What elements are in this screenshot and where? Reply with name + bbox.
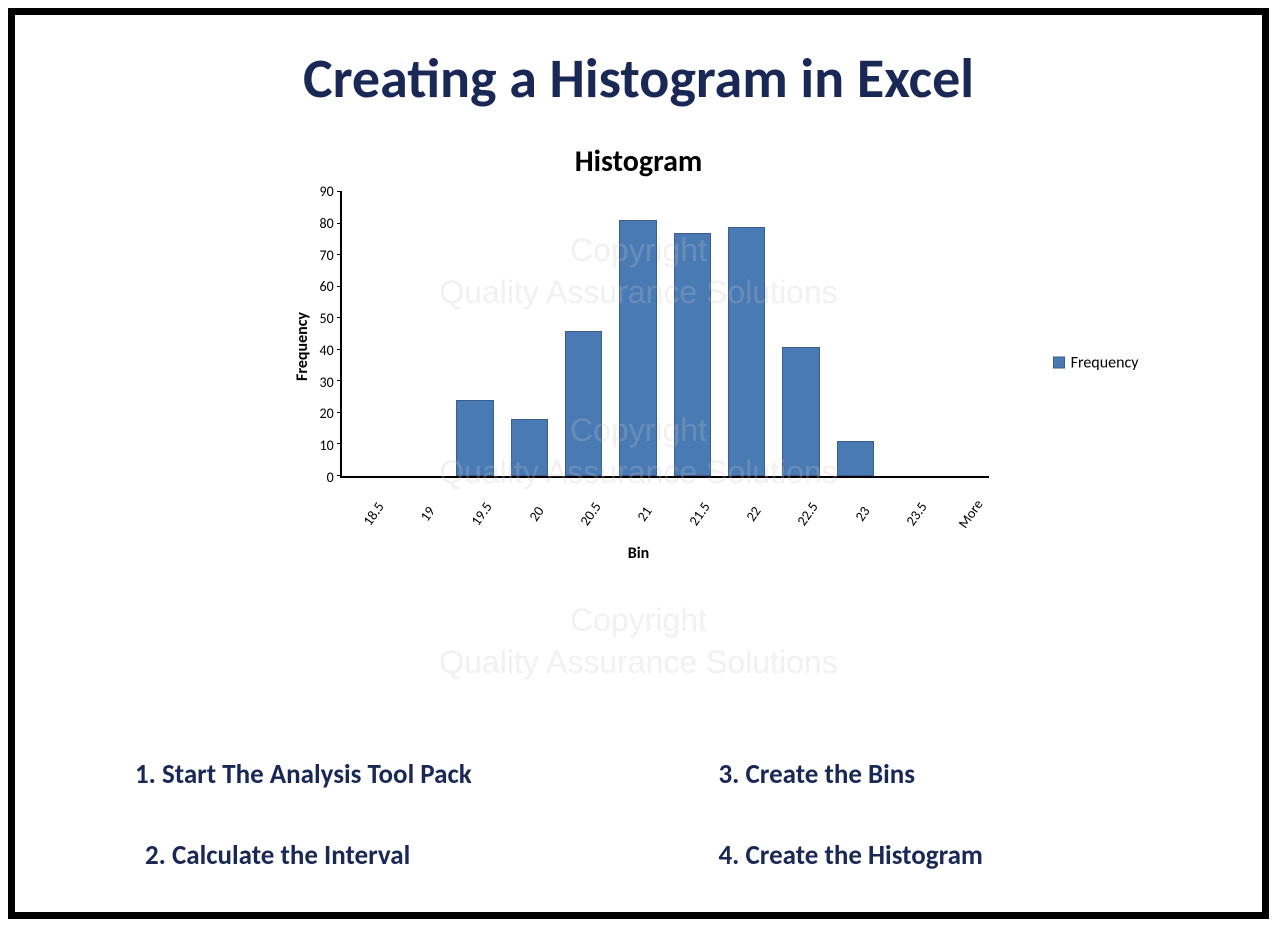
x-tick: 22.5 <box>790 494 825 534</box>
x-tick: 21.5 <box>682 494 717 534</box>
x-tick: 23 <box>844 494 879 534</box>
histogram-bar <box>782 347 819 476</box>
x-tick: 21 <box>627 494 662 534</box>
y-tick-mark <box>337 254 342 255</box>
y-tick-mark <box>337 443 342 444</box>
slide-frame: Creating a Histogram in Excel Copyright … <box>8 8 1269 919</box>
x-tick: More <box>953 494 988 534</box>
chart-legend: Frequency <box>1053 353 1139 372</box>
x-tick: 23.5 <box>899 494 934 534</box>
histogram-bar <box>511 419 548 476</box>
chart-title: Histogram <box>289 143 989 180</box>
watermark-line: Quality Assurance Solutions <box>439 644 837 680</box>
histogram-bar <box>456 400 493 476</box>
histogram-bar <box>728 227 765 476</box>
y-tick-mark <box>337 317 342 318</box>
y-tick-mark <box>337 349 342 350</box>
step-2: 2. Calculate the Interval <box>135 839 629 872</box>
y-tick-mark <box>337 475 342 476</box>
bars-container <box>348 192 983 476</box>
histogram-bar <box>565 331 602 476</box>
x-tick: 22 <box>736 494 771 534</box>
legend-swatch-icon <box>1053 357 1065 369</box>
x-tick: 18.5 <box>356 494 391 534</box>
histogram-chart: Histogram Frequency 9080706050403020100 … <box>289 143 989 563</box>
x-tick: 20 <box>519 494 554 534</box>
watermark: Copyright Quality Assurance Solutions <box>439 600 837 683</box>
histogram-bar <box>619 220 656 476</box>
plot-area: 18.51919.52020.52121.52222.52323.5More <box>340 192 989 478</box>
y-tick-mark <box>337 286 342 287</box>
x-tick: 20.5 <box>573 494 608 534</box>
x-axis-ticks: 18.51919.52020.52121.52222.52323.5More <box>348 509 983 526</box>
histogram-bar <box>837 441 874 476</box>
x-tick: 19.5 <box>464 494 499 534</box>
histogram-bar <box>674 233 711 476</box>
page-title: Creating a Histogram in Excel <box>55 45 1222 113</box>
y-tick-mark <box>337 223 342 224</box>
y-tick-mark <box>337 380 342 381</box>
step-4: 4. Create the Histogram <box>689 839 1183 872</box>
y-tick-mark <box>337 412 342 413</box>
x-axis-label: Bin <box>289 544 989 563</box>
x-tick: 19 <box>410 494 445 534</box>
y-tick-mark <box>337 191 342 192</box>
legend-label: Frequency <box>1071 353 1139 372</box>
y-axis-ticks: 9080706050403020100 <box>316 192 340 502</box>
watermark-line: Copyright <box>570 602 707 638</box>
y-axis-label: Frequency <box>289 192 316 502</box>
step-1: 1. Start The Analysis Tool Pack <box>135 758 629 791</box>
step-3: 3. Create the Bins <box>689 758 1183 791</box>
steps-list: 1. Start The Analysis Tool Pack 3. Creat… <box>135 758 1182 872</box>
chart-body: Frequency 9080706050403020100 18.51919.5… <box>289 192 989 502</box>
